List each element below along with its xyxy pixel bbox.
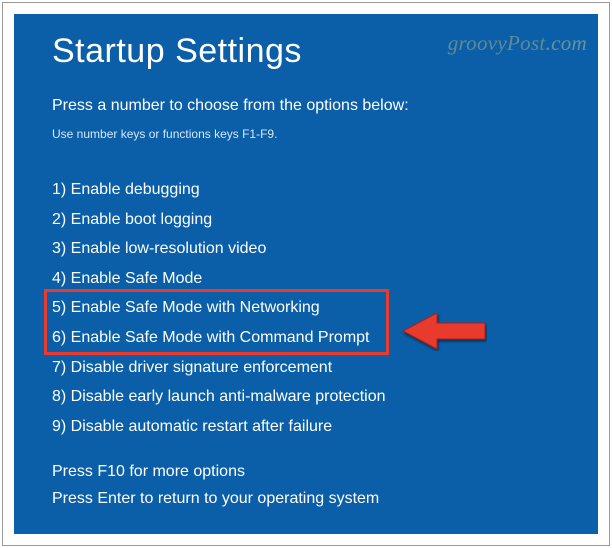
option-3-enable-low-resolution-video[interactable]: 3) Enable low-resolution video — [52, 234, 560, 264]
options-list: 1) Enable debugging 2) Enable boot loggi… — [52, 175, 560, 441]
option-2-enable-boot-logging[interactable]: 2) Enable boot logging — [52, 205, 560, 235]
footer-line-more-options: Press F10 for more options — [52, 458, 379, 485]
footer-line-return: Press Enter to return to your operating … — [52, 485, 379, 512]
footer-instructions: Press F10 for more options Press Enter t… — [52, 458, 379, 512]
instruction-text: Press a number to choose from the option… — [52, 97, 560, 115]
hint-text: Use number keys or functions keys F1-F9. — [52, 127, 560, 141]
option-7-disable-driver-signature-enforcement[interactable]: 7) Disable driver signature enforcement — [52, 353, 560, 383]
option-4-enable-safe-mode[interactable]: 4) Enable Safe Mode — [52, 264, 560, 294]
option-9-disable-automatic-restart[interactable]: 9) Disable automatic restart after failu… — [52, 412, 560, 442]
window-border: Startup Settings Press a number to choos… — [2, 2, 610, 546]
option-1-enable-debugging[interactable]: 1) Enable debugging — [52, 175, 560, 205]
option-6-enable-safe-mode-command-prompt[interactable]: 6) Enable Safe Mode with Command Prompt — [52, 323, 560, 353]
startup-settings-screen: Startup Settings Press a number to choos… — [14, 14, 598, 534]
option-8-disable-early-launch-anti-malware[interactable]: 8) Disable early launch anti-malware pro… — [52, 382, 560, 412]
watermark-text: groovyPost.com — [448, 31, 587, 56]
option-5-enable-safe-mode-networking[interactable]: 5) Enable Safe Mode with Networking — [52, 293, 560, 323]
